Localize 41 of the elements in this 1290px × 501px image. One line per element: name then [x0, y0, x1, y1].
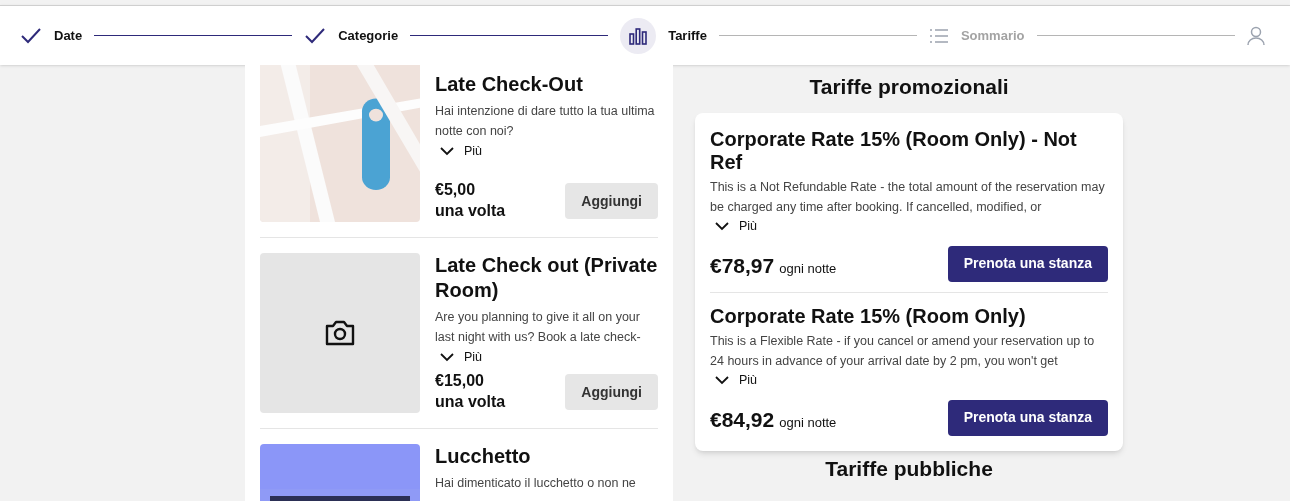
add-button[interactable]: Aggiungi	[565, 183, 658, 219]
book-room-button[interactable]: Prenota una stanza	[947, 399, 1108, 436]
step-label[interactable]: Categorie	[338, 25, 399, 46]
price-frequency: una volta	[435, 201, 506, 221]
price-period: ogni notte	[779, 260, 837, 279]
checkmark-icon	[304, 26, 327, 45]
rate-name: Corporate Rate 15% (Room Only) - Not Ref	[710, 128, 1078, 174]
more-button[interactable]: Più	[435, 348, 483, 367]
rate-description: This is a Not Refundable Rate - the total amount of the reservation may be charged any time after booking. If cancelled, modified, or	[710, 179, 1106, 216]
chevron-down-icon	[715, 375, 729, 385]
section-heading: Tariffe promozionali	[809, 74, 1009, 100]
extra-title: Lucchetto	[435, 444, 532, 469]
more-button[interactable]: Più	[710, 370, 758, 390]
rate-price: €84,92	[710, 407, 775, 433]
user-icon[interactable]	[1246, 25, 1265, 46]
list-icon	[928, 27, 949, 44]
step-label[interactable]: Date	[54, 25, 83, 46]
chevron-down-icon	[715, 221, 729, 231]
more-button[interactable]: Più	[710, 217, 758, 236]
price: €15,00	[435, 371, 485, 391]
more-button[interactable]: Più	[435, 142, 483, 161]
rate-description: This is a Flexible Rate - if you cancel or amend your reservation up to 24 hours in advance of your arrival date by 2 pm, you won't get	[710, 332, 1096, 370]
extra-description: Are you planning to give it all on your last night with us? Book a late check-	[435, 309, 642, 346]
price-period: ogni notte	[779, 414, 837, 432]
chevron-down-icon	[440, 352, 454, 362]
add-button[interactable]: Aggiungi	[565, 374, 658, 410]
rate-price: €78,97	[710, 253, 775, 280]
step-label[interactable]: Tariffe	[668, 25, 707, 46]
rate-name: Corporate Rate 15% (Room Only)	[710, 304, 1027, 328]
book-room-button[interactable]: Prenota una stanza	[947, 245, 1108, 282]
chevron-down-icon	[440, 146, 454, 156]
price-frequency: una volta	[435, 392, 506, 412]
section-heading: Tariffe pubbliche	[825, 456, 993, 481]
checkmark-icon	[20, 26, 42, 45]
camera-icon	[324, 319, 356, 347]
extra-title: Late Check-Out	[435, 72, 584, 97]
extra-title: Late Check out (Private Room)	[435, 253, 658, 303]
extra-description: Hai intenzione di dare tutto la tua ultima notte con noi?	[435, 103, 656, 140]
bar-chart-icon	[628, 25, 649, 46]
extra-description: Hai dimenticato il lucchetto o non ne	[435, 475, 637, 492]
price: €5,00	[435, 180, 477, 200]
